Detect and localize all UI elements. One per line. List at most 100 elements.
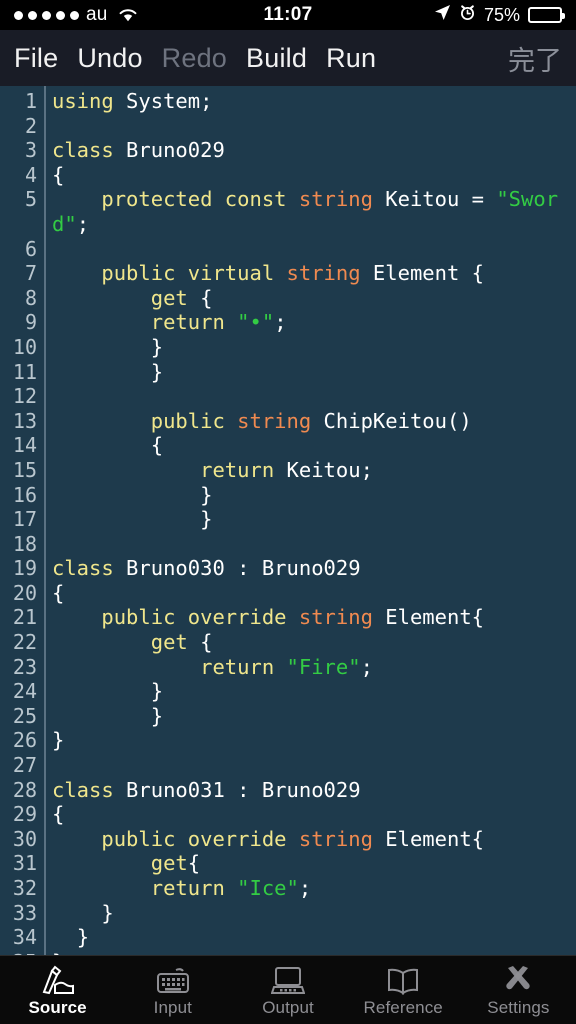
line-text[interactable]: return Keitou; <box>44 458 576 483</box>
line-number: 7 <box>24 261 37 286</box>
code-line[interactable]: 13 public string ChipKeitou() <box>0 409 576 434</box>
redo-button[interactable]: Redo <box>162 43 227 74</box>
line-text[interactable]: get { <box>44 630 576 655</box>
build-button[interactable]: Build <box>246 43 307 74</box>
line-text[interactable]: { <box>44 802 576 827</box>
code-line[interactable]: 34 } <box>0 925 576 950</box>
line-text[interactable]: public virtual string Element { <box>44 261 576 286</box>
line-text[interactable]: return "Ice"; <box>44 876 576 901</box>
line-text[interactable]: get{ <box>44 851 576 876</box>
code-line[interactable]: 3 class Bruno029 <box>0 138 576 163</box>
code-line[interactable]: 29 { <box>0 802 576 827</box>
code-line[interactable]: 24 } <box>0 679 576 704</box>
line-number: 18 <box>12 531 37 556</box>
code-line[interactable]: 15 return Keitou; <box>0 458 576 483</box>
line-text[interactable]: } <box>44 507 576 532</box>
line-text[interactable]: class Bruno030 : Bruno029 <box>44 556 576 581</box>
line-number: 13 <box>12 408 37 433</box>
app-window: au 11:07 75% File Undo Redo Build Run 完了… <box>0 0 576 1024</box>
done-button[interactable]: 完了 <box>508 39 562 78</box>
line-text[interactable]: { <box>44 163 576 188</box>
line-number: 19 <box>12 556 37 581</box>
code-line[interactable]: 22 get { <box>0 630 576 655</box>
line-text[interactable]: public string ChipKeitou() <box>44 409 576 434</box>
code-line[interactable]: 31 get{ <box>0 851 576 876</box>
tab-label: Output <box>262 998 314 1017</box>
code-lines[interactable]: 1 using System; 2 3 class Bruno029 4{5 prote… <box>0 86 576 955</box>
code-line[interactable]: 4{ <box>0 163 576 188</box>
code-line[interactable]: 5 protected const string Keitou = "Sword… <box>0 187 576 236</box>
line-text[interactable]: } <box>44 704 576 729</box>
line-number: 28 <box>12 777 37 802</box>
code-line[interactable]: 28 class Bruno031 : Bruno029 <box>0 778 576 803</box>
line-text[interactable] <box>44 237 576 262</box>
code-line[interactable]: 30 public override string Element{ <box>0 827 576 852</box>
line-text[interactable]: } <box>44 679 576 704</box>
code-line[interactable]: 6 <box>0 237 576 262</box>
bottom-tab-bar[interactable]: Source Input Output Reference Settings <box>0 955 576 1024</box>
tab-settings[interactable]: Settings <box>461 956 576 1024</box>
code-line[interactable]: 21 public override string Element{ <box>0 605 576 630</box>
line-text[interactable] <box>44 114 576 139</box>
code-line[interactable]: 18 <box>0 532 576 557</box>
line-text[interactable]: } <box>44 728 576 753</box>
code-line[interactable]: 19 class Bruno030 : Bruno029 <box>0 556 576 581</box>
tab-label: Input <box>153 998 192 1017</box>
line-number: 27 <box>12 753 37 778</box>
code-line[interactable]: 1 using System; <box>0 89 576 114</box>
line-text[interactable]: public override string Element{ <box>44 827 576 852</box>
code-line[interactable]: 23 return "Fire"; <box>0 655 576 680</box>
code-line[interactable]: 20 { <box>0 581 576 606</box>
line-number: 22 <box>12 630 37 655</box>
tab-source[interactable]: Source <box>0 956 115 1024</box>
code-line[interactable]: 26} <box>0 728 576 753</box>
line-text[interactable]: using System; <box>44 89 576 114</box>
line-text[interactable]: } <box>44 901 576 926</box>
code-line[interactable]: 32 return "Ice"; <box>0 876 576 901</box>
line-number: 5 <box>24 187 37 212</box>
line-text[interactable]: class Bruno029 <box>44 138 576 163</box>
line-text[interactable]: { <box>44 433 576 458</box>
keyboard-icon <box>156 962 190 995</box>
line-number: 3 <box>24 138 37 163</box>
code-line[interactable]: 25 } <box>0 704 576 729</box>
undo-button[interactable]: Undo <box>77 43 142 74</box>
code-line[interactable]: 12 <box>0 384 576 409</box>
code-editor[interactable]: 1 using System; 2 3 class Bruno029 4{5 prote… <box>0 86 576 955</box>
line-number: 4 <box>24 162 37 187</box>
code-line[interactable]: 27 <box>0 753 576 778</box>
alarm-clock-icon <box>459 4 476 27</box>
line-text[interactable]: return "•"; <box>44 310 576 335</box>
tab-output[interactable]: Output <box>230 956 345 1024</box>
code-line[interactable]: 10 } <box>0 335 576 360</box>
line-text[interactable] <box>44 532 576 557</box>
line-text[interactable]: } <box>44 483 576 508</box>
code-line[interactable]: 2 <box>0 114 576 139</box>
computer-icon <box>271 962 305 995</box>
battery-percent-label: 75% <box>483 4 520 25</box>
line-text[interactable]: } <box>44 360 576 385</box>
run-button[interactable]: Run <box>326 43 376 74</box>
tab-reference[interactable]: Reference <box>346 956 461 1024</box>
code-line[interactable]: 11 } <box>0 360 576 385</box>
code-line[interactable]: 7 public virtual string Element { <box>0 261 576 286</box>
line-text[interactable]: class Bruno031 : Bruno029 <box>44 778 576 803</box>
code-line[interactable]: 14 { <box>0 433 576 458</box>
line-text[interactable] <box>44 384 576 409</box>
line-text[interactable]: get { <box>44 286 576 311</box>
tab-input[interactable]: Input <box>115 956 230 1024</box>
line-text[interactable]: protected const string Keitou = "Sword"; <box>44 187 576 236</box>
line-number: 15 <box>12 457 37 482</box>
code-line[interactable]: 9 return "•"; <box>0 310 576 335</box>
line-text[interactable]: public override string Element{ <box>44 605 576 630</box>
file-button[interactable]: File <box>14 43 58 74</box>
code-line[interactable]: 17 } <box>0 507 576 532</box>
line-text[interactable] <box>44 753 576 778</box>
code-line[interactable]: 8 get { <box>0 286 576 311</box>
line-text[interactable]: } <box>44 925 576 950</box>
code-line[interactable]: 16 } <box>0 483 576 508</box>
code-line[interactable]: 33 } <box>0 901 576 926</box>
line-text[interactable]: } <box>44 335 576 360</box>
line-text[interactable]: { <box>44 581 576 606</box>
line-text[interactable]: return "Fire"; <box>44 655 576 680</box>
